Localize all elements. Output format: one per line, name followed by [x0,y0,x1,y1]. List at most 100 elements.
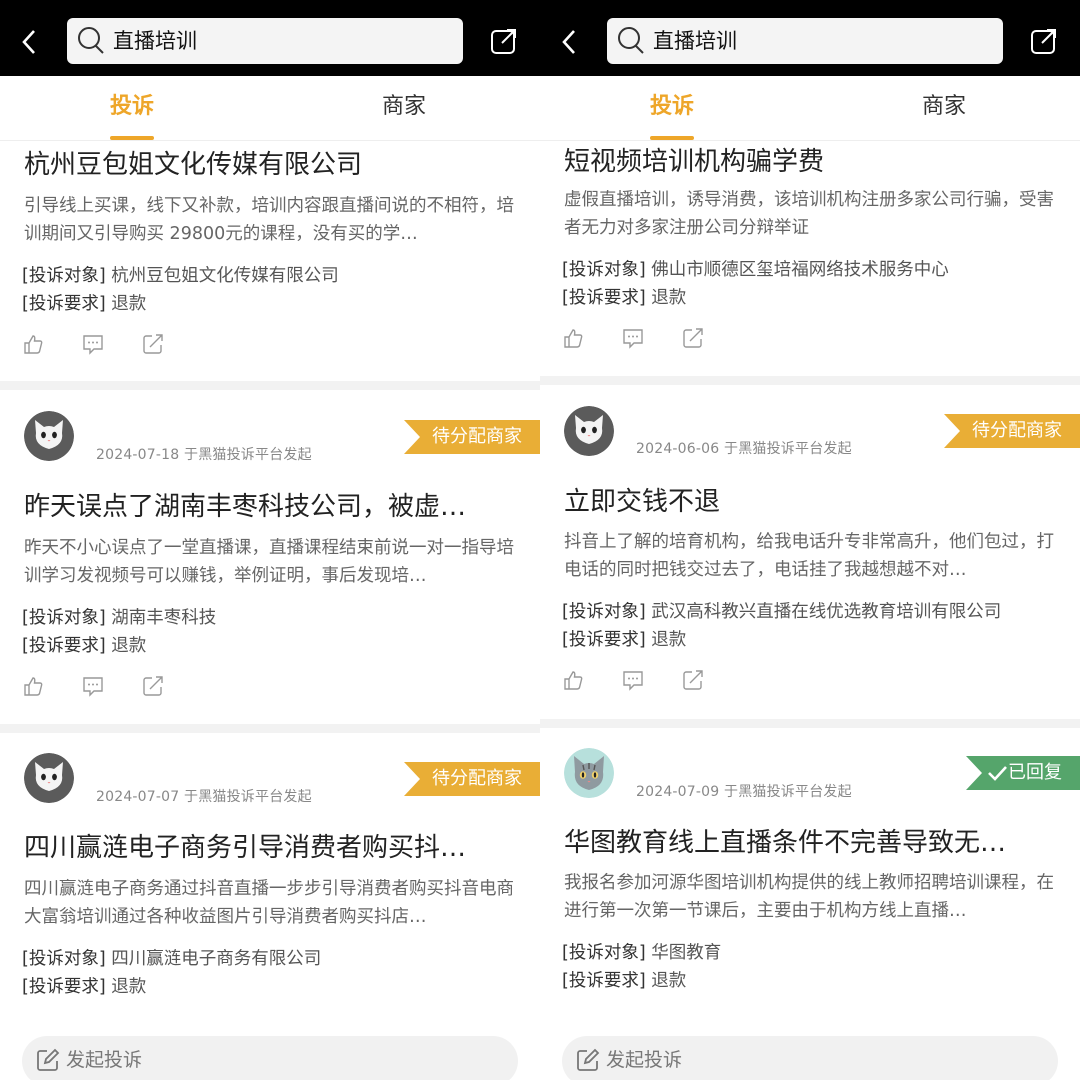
tab-merchants[interactable]: 商家 [922,76,966,140]
request-label: [投诉要求] [22,294,106,314]
request-value: 退款 [111,636,147,656]
card-actions [562,327,742,351]
target-label: [投诉对象] [562,602,646,622]
tab-indicator [110,136,155,140]
complaint-title[interactable]: 短视频培训机构骗学费 [564,141,1064,178]
share-icon[interactable] [682,327,704,349]
target-value: 湖南丰枣科技 [111,608,217,628]
thumbs-up-icon[interactable] [22,675,44,697]
tab-merchants-label: 商家 [382,94,427,119]
complaint-title[interactable]: 立即交钱不退 [564,481,1064,518]
tab-complaints[interactable]: 投诉 [110,76,155,140]
complaint-request: [投诉要求] 退款 [22,973,146,1001]
checkmark-icon [988,766,1007,781]
comment-icon[interactable] [82,333,104,355]
complaint-request: [投诉要求] 退款 [22,290,146,318]
compose-complaint-button[interactable]: 发起投诉 [22,1036,518,1080]
share-icon[interactable] [682,669,704,691]
complaint-title[interactable]: 昨天误点了湖南丰枣科技公司，被虚… [24,486,524,523]
complaint-card[interactable]: 2024-07-07 于黑猫投诉平台发起 待分配商家 四川赢涟电子商务引导消费者… [0,733,540,1020]
share-icon[interactable] [490,27,518,55]
search-input[interactable]: 直播培训 [607,18,1003,64]
complaint-desc: 四川赢涟电子商务通过抖音直播一步步引导消费者购买抖音电商大富翁培训通过各种收益图… [24,879,514,927]
top-bar: 直播培训 [0,0,540,76]
card-separator [0,724,540,733]
search-icon [78,27,104,54]
back-button[interactable] [16,24,44,60]
target-value: 佛山市顺德区玺培福网络技术服务中心 [651,260,949,280]
comment-icon[interactable] [622,669,644,691]
complaint-title[interactable]: 杭州豆包姐文化传媒有限公司 [24,144,524,181]
share-icon[interactable] [142,333,164,355]
top-bar: 直播培训 [540,0,1080,76]
complaint-card[interactable]: 2024-07-18 于黑猫投诉平台发起 待分配商家 昨天误点了湖南丰枣科技公司… [0,390,540,724]
back-button[interactable] [556,24,584,60]
request-label: [投诉要求] [562,971,646,991]
complaint-target: [投诉对象] 华图教育 [562,939,721,967]
complaint-card[interactable]: 短视频培训机构骗学费 虚假直播培训，诱导消费，该培训机构注册多家公司行骗，受害者… [540,141,1080,376]
request-value: 退款 [651,630,687,650]
complaint-title[interactable]: 华图教育线上直播条件不完善导致无… [564,822,1064,859]
avatar [564,748,614,798]
complaint-card[interactable]: 2024-06-06 于黑猫投诉平台发起 待分配商家 立即交钱不退 抖音上了解的… [540,385,1080,719]
complaint-target: [投诉对象] 武汉高科教兴直播在线优选教育培训有限公司 [562,598,1001,626]
tab-merchants[interactable]: 商家 [382,76,426,140]
complaint-target: [投诉对象] 佛山市顺德区玺培福网络技术服务中心 [562,256,949,284]
compose-label: 发起投诉 [606,1049,683,1071]
edit-icon [37,1048,60,1071]
complaint-date: 2024-07-09 于黑猫投诉平台发起 [636,784,852,800]
target-label: [投诉对象] [22,949,106,969]
tab-merchants-label: 商家 [922,94,967,119]
complaint-target: [投诉对象] 湖南丰枣科技 [22,604,216,632]
comment-icon[interactable] [622,327,644,349]
tab-indicator [650,136,695,140]
compose-complaint-button[interactable]: 发起投诉 [562,1036,1058,1080]
target-label: [投诉对象] [562,943,646,963]
complaint-target: [投诉对象] 杭州豆包姐文化传媒有限公司 [22,262,339,290]
share-icon[interactable] [142,675,164,697]
chevron-left-icon [22,30,35,54]
tab-complaints[interactable]: 投诉 [650,76,695,140]
avatar [24,411,74,461]
comment-icon[interactable] [82,675,104,697]
complaint-date: 2024-06-06 于黑猫投诉平台发起 [636,441,852,457]
complaint-request: [投诉要求] 退款 [22,632,146,660]
complaint-desc: 昨天不小心误点了一堂直播课，直播课程结束前说一对一指导培训学习发视频号可以赚钱，… [24,538,514,586]
card-actions [22,675,202,699]
search-input[interactable]: 直播培训 [67,18,463,64]
complaint-request: [投诉要求] 退款 [562,284,686,312]
complaint-desc: 虚假直播培训，诱导消费，该培训机构注册多家公司行骗，受害者无力对多家注册公司分辩… [564,190,1054,238]
avatar [24,753,74,803]
share-icon[interactable] [1030,27,1058,55]
complaint-date: 2024-07-07 于黑猫投诉平台发起 [96,789,312,805]
thumbs-up-icon[interactable] [22,333,44,355]
complaint-request: [投诉要求] 退款 [562,626,686,654]
complaint-card[interactable]: 杭州豆包姐文化传媒有限公司 引导线上买课，线下又补款，培训内容跟直播间说的不相符… [0,141,540,381]
complaint-desc: 抖音上了解的培育机构，给我电话升专非常高升，他们包过，打电话的同时把钱交过去了，… [564,532,1054,580]
complaint-desc: 引导线上买课，线下又补款，培训内容跟直播间说的不相符，培训期间又引导购买 298… [24,196,514,244]
chevron-left-icon [562,30,575,54]
complaint-title[interactable]: 四川赢涟电子商务引导消费者购买抖… [24,827,524,864]
request-value: 退款 [651,971,687,991]
complaint-target: [投诉对象] 四川赢涟电子商务有限公司 [22,945,321,973]
status-badge: 待分配商家 [404,762,540,796]
tab-bar: 投诉 商家 [540,76,1080,141]
tab-complaints-label: 投诉 [650,94,695,119]
complaint-date: 2024-07-18 于黑猫投诉平台发起 [96,447,312,463]
thumbs-up-icon[interactable] [562,327,584,349]
thumbs-up-icon[interactable] [562,669,584,691]
status-badge: 待分配商家 [944,414,1080,448]
target-label: [投诉对象] [562,260,646,280]
status-badge-label: 已回复 [1008,762,1062,783]
card-separator [0,381,540,390]
complaint-desc: 我报名参加河源华图培训机构提供的线上教师招聘培训课程，在进行第一次第一节课后，主… [564,873,1054,921]
target-value: 四川赢涟电子商务有限公司 [111,949,322,969]
complaint-card[interactable]: 2024-07-09 于黑猫投诉平台发起 已回复 华图教育线上直播条件不完善导致… [540,728,1080,1020]
target-value: 华图教育 [651,943,722,963]
edit-icon [577,1048,600,1071]
target-value: 武汉高科教兴直播在线优选教育培训有限公司 [651,602,1002,622]
status-badge: 待分配商家 [404,420,540,454]
card-separator [540,719,1080,728]
card-actions [562,669,742,693]
search-query: 直播培训 [113,29,197,53]
